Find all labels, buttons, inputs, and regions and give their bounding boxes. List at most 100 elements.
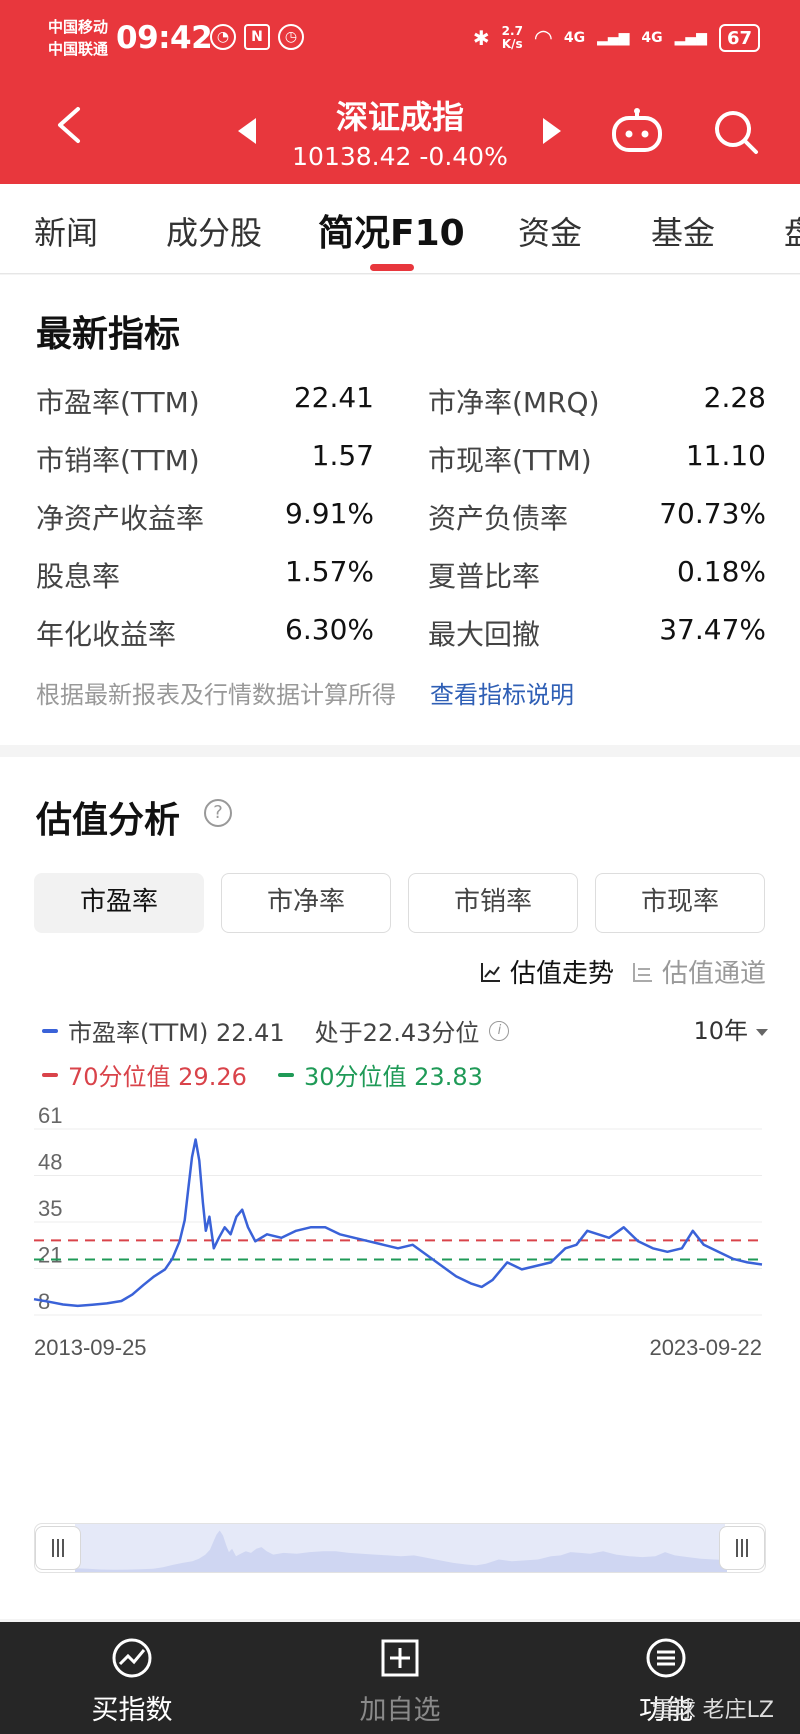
index-name: 深证成指	[335, 98, 464, 136]
legend-p70: 70分位值 29.26	[42, 1057, 247, 1092]
latest-metrics-card: 最新指标 市盈率(TTM) 22.41 市净率(MRQ) 2.28 市销率(TT…	[0, 275, 800, 745]
metric-value: 2.28	[703, 381, 766, 414]
bottom-action-bar: 买指数 加自选 功能 雪球 老庄LZ	[0, 1622, 800, 1734]
legend-main-swatch	[42, 1028, 58, 1033]
info-icon[interactable]: i	[489, 1020, 510, 1041]
mini-series-area	[75, 1530, 727, 1572]
network-1-label: 4G	[563, 30, 586, 46]
segment-pb[interactable]: 市净率	[221, 873, 391, 933]
content-tabs: 新闻 成分股 简况F10 资金 基金 盘	[0, 184, 800, 274]
metric-label: 年化收益率	[36, 618, 177, 651]
gauge-icon: ◔	[210, 24, 236, 50]
status-app-icons: ◔ N ◷	[210, 24, 304, 50]
view-trend-label: 估值走势	[510, 959, 615, 989]
signal-icon: ▂▄▆	[597, 30, 630, 46]
tab-news[interactable]: 新闻	[34, 208, 98, 254]
carrier-1: 中国移动	[48, 18, 109, 36]
segment-ps[interactable]: 市销率	[408, 873, 578, 933]
plus-icon	[381, 1639, 419, 1677]
buy-index-label: 买指数	[91, 1695, 173, 1726]
metric-value: 6.30%	[285, 613, 374, 646]
metric-value: 70.73%	[659, 497, 766, 530]
legend-p30-label: 30分位值 23.83	[304, 1063, 483, 1091]
legend-p70-swatch	[42, 1072, 58, 1077]
carrier-2: 中国联通	[48, 40, 109, 58]
segment-pe[interactable]: 市盈率	[34, 873, 204, 933]
pe-series-line	[33, 1138, 763, 1308]
metric-label: 净资产收益率	[36, 502, 205, 535]
active-tab-indicator	[370, 264, 414, 271]
prev-index-button[interactable]	[238, 118, 256, 144]
x-tick-label-end: 2023-09-22	[649, 1335, 762, 1360]
legend-p30: 30分位值 23.83	[278, 1057, 483, 1092]
metric-label: 市净率(MRQ)	[428, 386, 600, 419]
add-watchlist-button[interactable]: 加自选	[320, 1636, 480, 1727]
legend-percentile: 处于22.43分位	[314, 1019, 480, 1047]
metric-label: 资产负债率	[428, 502, 569, 535]
line-chart-icon	[481, 962, 500, 982]
metrics-explanation-link[interactable]: 查看指标说明	[430, 675, 574, 710]
metric-value: 37.47%	[659, 613, 766, 646]
buy-index-button[interactable]: 买指数	[52, 1636, 212, 1727]
metric-label: 市盈率(TTM)	[36, 386, 200, 419]
metric-value: 9.91%	[285, 497, 374, 530]
segment-pcf[interactable]: 市现率	[595, 873, 765, 933]
nfc-icon: N	[244, 24, 270, 50]
metric-value: 11.10	[685, 439, 766, 472]
menu-icon	[646, 1638, 686, 1678]
next-index-button[interactable]	[543, 118, 561, 144]
metric-label: 夏普比率	[428, 560, 541, 593]
section-title-valuation: 估值分析	[36, 800, 181, 841]
buy-icon	[112, 1638, 152, 1678]
valuation-card: 估值分析 ? 市盈率 市净率 市销率 市现率 估值走势 估值通道 市盈率(TTM…	[0, 757, 800, 1619]
legend-main: 市盈率(TTM) 22.41 处于22.43分位 i	[42, 1013, 510, 1048]
legend-main-label: 市盈率(TTM) 22.41	[68, 1019, 285, 1047]
bluetooth-icon: ✱	[472, 26, 490, 50]
metric-value: 1.57%	[285, 555, 374, 588]
channel-chart-icon	[633, 962, 652, 982]
metric-value: 0.18%	[677, 555, 766, 588]
metric-value: 1.57	[311, 439, 374, 472]
robot-assistant-icon[interactable]	[610, 108, 664, 154]
metric-label: 股息率	[36, 560, 121, 593]
tab-more[interactable]: 盘	[784, 208, 800, 254]
y-tick-label: 61	[38, 1107, 62, 1128]
tab-funds[interactable]: 基金	[651, 208, 715, 254]
app-header: 中国移动 中国联通 09:42 ◔ N ◷ ✱ 2.7 K/s ◠ 4G ▂▄▆…	[0, 0, 800, 184]
legend-p30-swatch	[278, 1072, 294, 1077]
index-quote: 10138.42 -0.40%	[292, 142, 508, 171]
speed-unit: K/s	[501, 37, 523, 51]
tab-funds-flow[interactable]: 资金	[518, 208, 582, 254]
carrier-info: 中国移动 中国联通	[48, 16, 108, 60]
range-end-handle[interactable]	[719, 1526, 765, 1570]
metric-label: 市现率(TTM)	[428, 444, 592, 477]
tab-constituents[interactable]: 成分股	[166, 208, 262, 254]
metrics-note: 根据最新报表及行情数据计算所得	[36, 681, 396, 709]
legend-p70-label: 70分位值 29.26	[68, 1063, 247, 1091]
alarm-icon: ◷	[278, 24, 304, 50]
tab-f10[interactable]: 简况F10	[318, 204, 465, 256]
x-tick-label-start: 2013-09-25	[34, 1335, 147, 1360]
range-start-handle[interactable]	[35, 1526, 81, 1570]
add-watchlist-label: 加自选	[359, 1695, 441, 1726]
range-slider[interactable]	[34, 1523, 766, 1573]
metric-value: 22.41	[293, 381, 374, 414]
y-tick-label: 48	[38, 1150, 62, 1175]
network-2-label: 4G	[641, 30, 663, 46]
status-right: ✱ 2.7 K/s ◠ 4G ▂▄▆ 4G ▂▄▆ 67	[473, 24, 760, 52]
period-selector[interactable]: 10年	[693, 1011, 768, 1046]
battery-icon: 67	[718, 24, 760, 52]
view-trend-toggle[interactable]: 估值走势	[480, 953, 614, 990]
y-tick-label: 21	[38, 1243, 62, 1268]
metric-label: 市销率(TTM)	[36, 444, 200, 477]
back-icon[interactable]	[54, 105, 84, 145]
view-channel-label: 估值通道	[662, 959, 767, 989]
view-channel-toggle[interactable]: 估值通道	[632, 953, 766, 990]
wifi-icon: ◠	[534, 25, 552, 51]
metric-label: 最大回撤	[428, 618, 541, 651]
status-time: 09:42	[116, 20, 213, 56]
search-icon[interactable]	[712, 108, 760, 156]
help-icon[interactable]: ?	[204, 799, 232, 827]
watermark: 雪球 老庄LZ	[651, 1698, 774, 1723]
range-mini-chart	[75, 1530, 727, 1572]
